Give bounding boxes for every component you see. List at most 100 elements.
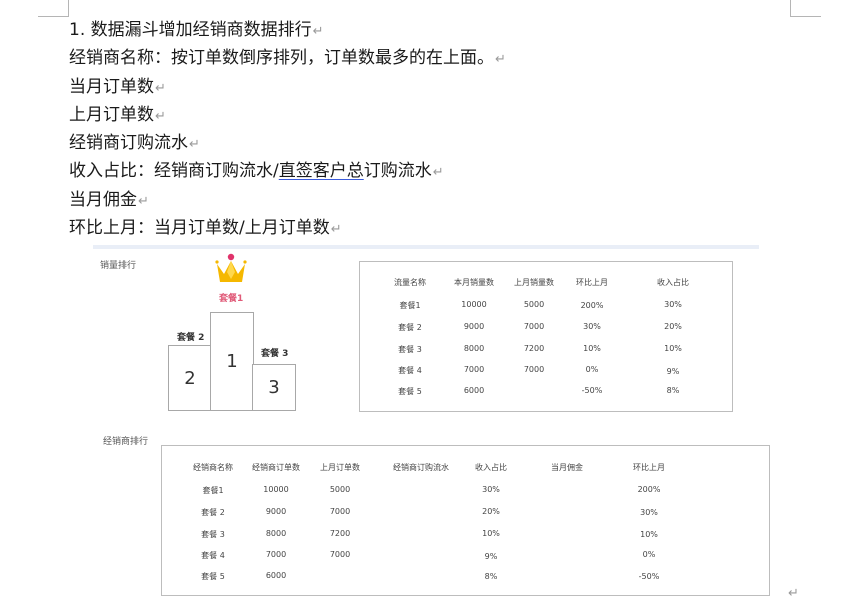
table-cell: 套餐 5	[398, 387, 422, 396]
table-cell: 套餐 3	[201, 530, 225, 539]
table-cell: 30%	[583, 322, 601, 331]
table-cell: 8%	[484, 572, 498, 581]
line-text: 上月订单数	[69, 104, 154, 125]
table-cell: 9%	[666, 367, 680, 376]
column-header: 本月销量数	[454, 278, 494, 287]
column-header: 经销商订购流水	[393, 463, 449, 472]
podium-third-rank: 3	[268, 377, 280, 398]
table-cell: 10%	[664, 344, 682, 353]
column-header: 经销商名称	[193, 463, 233, 472]
podium-first-block: 1	[210, 312, 254, 411]
table-cell: 20%	[482, 507, 500, 516]
table-cell: 7000	[329, 507, 351, 516]
table-cell: 套餐1	[202, 486, 224, 495]
doc-line-dealer-name: 经销商名称：按订单数倒序排列，订单数最多的在上面。↵	[69, 45, 506, 73]
column-header: 上月销量数	[514, 278, 554, 287]
table-cell: 7000	[523, 365, 545, 374]
paragraph-mark: ↵	[330, 222, 342, 238]
crown-icon	[215, 253, 247, 282]
line-text: 当月订单数	[69, 76, 154, 97]
paragraph-mark: ↵	[432, 165, 444, 181]
doc-line-current-orders: 当月订单数↵	[69, 74, 506, 102]
table-cell: 9000	[265, 507, 287, 516]
paragraph-mark: ↵	[312, 24, 324, 39]
podium-first-rank: 1	[226, 351, 238, 372]
table-cell: 9%	[484, 552, 498, 561]
table-cell: 10000	[461, 300, 487, 309]
table-cell: 0%	[585, 365, 599, 374]
table-cell: 套餐 5	[201, 572, 225, 581]
line-text: 经销商名称：按订单数倒序排列，订单数最多的在上面。	[69, 48, 494, 69]
table-cell: 7000	[523, 322, 545, 331]
line-text: 订购流水	[363, 161, 432, 182]
table-cell: 20%	[664, 322, 682, 331]
table-cell: 套餐 3	[398, 345, 422, 354]
line-text: 经销商订购流水	[69, 133, 188, 154]
crop-mark-top-left	[38, 0, 69, 17]
line-text: 环比上月：当月订单数/上月订单数	[69, 218, 330, 239]
figure-top-band	[93, 245, 759, 249]
sales-rank-label: 销量排行	[100, 261, 137, 271]
document-body: 1. 数据漏斗增加经销商数据排行↵ 经销商名称：按订单数倒序排列，订单数最多的在…	[69, 17, 506, 243]
table-cell: 8000	[265, 529, 287, 538]
table-cell: -50%	[638, 572, 660, 581]
doc-line-dealer-flow: 经销商订购流水↵	[69, 130, 506, 158]
table-cell: 6000	[265, 571, 287, 580]
table-cell: 套餐1	[399, 301, 421, 310]
table-cell: 套餐 4	[398, 366, 422, 375]
column-header: 环比上月	[633, 463, 665, 472]
table-cell: -50%	[581, 386, 603, 395]
line-text: 当月佣金	[69, 189, 137, 210]
table-cell: 7000	[329, 550, 351, 559]
doc-line-commission: 当月佣金↵	[69, 187, 506, 215]
doc-line-mom: 环比上月：当月订单数/上月订单数↵	[69, 215, 506, 243]
table-cell: 套餐 2	[398, 323, 422, 332]
table-cell: 10%	[482, 529, 500, 538]
column-header: 收入占比	[475, 463, 507, 472]
podium-third-block: 3	[252, 364, 296, 411]
paragraph-mark: ↵	[138, 193, 149, 209]
table-cell: 10%	[640, 530, 658, 539]
paragraph-mark: ↵	[788, 586, 799, 601]
podium-second-rank: 2	[184, 367, 196, 389]
table-cell: 8%	[666, 386, 680, 395]
doc-heading: 1. 数据漏斗增加经销商数据排行↵	[69, 17, 506, 45]
table-cell: 10000	[263, 485, 289, 494]
podium-first-name: 套餐1	[219, 294, 244, 304]
paragraph-mark: ↵	[155, 80, 166, 96]
column-header: 经销商订单数	[252, 463, 300, 472]
paragraph-mark: ↵	[495, 52, 506, 68]
table-cell: 200%	[580, 301, 604, 310]
line-text: 收入占比：经销商订购流水/	[69, 161, 279, 182]
table-cell: 6000	[463, 386, 485, 395]
table-cell: 30%	[664, 300, 682, 309]
table-cell: 5000	[523, 300, 545, 309]
table-cell: 套餐 2	[201, 508, 225, 517]
sales-table: 流量名称 本月销量数 上月销量数 环比上月 收入占比 套餐1 10000 5000 200% 30…	[359, 261, 733, 412]
table-cell: 7200	[523, 344, 545, 353]
paragraph-mark: ↵	[155, 108, 166, 124]
dealer-table: 经销商名称 经销商订单数 上月订单数 经销商订购流水 收入占比 当月佣金 环比上月套餐1 10…	[161, 445, 770, 596]
column-header: 流量名称	[394, 278, 426, 287]
table-cell: 7000	[463, 365, 485, 374]
table-cell: 7000	[265, 550, 287, 559]
heading-text: 1. 数据漏斗增加经销商数据排行	[69, 20, 312, 40]
podium-second-name: 套餐 2	[177, 333, 205, 343]
table-cell: 9000	[463, 322, 485, 331]
table-cell: 200%	[637, 485, 661, 494]
column-header: 上月订单数	[320, 463, 360, 472]
table-cell: 0%	[642, 550, 656, 559]
table-cell: 5000	[329, 485, 351, 494]
underlined-text: 直签客户总	[278, 161, 364, 182]
column-header: 环比上月	[576, 278, 608, 287]
column-header: 当月佣金	[551, 463, 583, 472]
table-cell: 10%	[583, 344, 601, 353]
paragraph-mark: ↵	[189, 137, 200, 153]
podium-second-block: 2	[168, 345, 212, 411]
doc-line-income-ratio: 收入占比：经销商订购流水/直签客户总订购流水↵	[69, 158, 506, 186]
table-cell: 30%	[640, 508, 658, 517]
crop-mark-top-right	[790, 0, 821, 17]
table-cell: 30%	[482, 485, 500, 494]
table-cell: 7200	[329, 529, 351, 538]
doc-line-last-month-orders: 上月订单数↵	[69, 102, 506, 130]
